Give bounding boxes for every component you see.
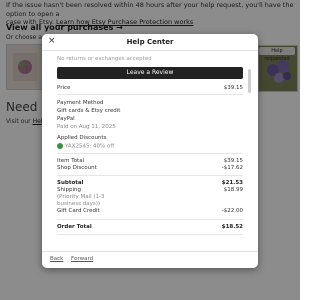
discount-code: YAX2545: 40% off [65,143,115,150]
subtotal-row: Subtotal $21.53 [57,180,243,186]
order-total-value: $18.52 [221,224,243,230]
gift-card-row: Gift Card Credit -$22.00 [57,208,243,214]
paid-on-date: Paid on Aug 11, 2025 [57,124,116,130]
gift-card-value: -$22.00 [221,208,243,214]
order-details: No returns or exchanges accepted Leave a… [42,51,258,251]
order-total-label: Order Total [57,224,92,230]
shipping-detail-2: business days)) [57,201,100,207]
price-label: Price [57,85,71,91]
modal-header: × Help Center [42,34,258,51]
shipping-detail-1: (Priority Mail (1-3 [57,194,105,200]
modal-title: Help Center [126,38,174,46]
return-policy-text: No returns or exchanges accepted [57,56,152,62]
shop-discount-row: Shop Discount -$17.62 [57,165,243,171]
modal-footer: Back Forward [42,251,258,268]
discount-row: YAX2545: 40% off [57,143,243,150]
divider [57,234,243,235]
shop-discount-value: -$17.62 [221,165,243,171]
applied-discounts-label: Applied Discounts [57,135,107,141]
price-value: $39.15 [223,85,243,91]
payment-line-1: Gift cards & Etsy credit [57,108,121,114]
item-total-value: $39.15 [223,158,243,164]
check-icon [57,143,63,149]
item-total-label: Item Total [57,158,85,164]
scrollbar-thumb[interactable] [248,69,251,93]
gift-card-label: Gift Card Credit [57,208,100,214]
divider [57,219,243,220]
back-link[interactable]: Back [50,256,63,262]
subtotal-label: Subtotal [57,180,84,186]
price-row: Price $39.15 [57,85,243,91]
shop-discount-label: Shop Discount [57,165,97,171]
leave-review-button[interactable]: Leave a Review [57,67,243,79]
shipping-value: $18.99 [223,187,243,193]
shipping-row: Shipping $18.99 [57,187,243,193]
divider [57,94,243,95]
order-total-row: Order Total $18.52 [57,224,243,230]
divider [57,175,243,176]
shipping-label: Shipping [57,187,81,193]
item-total-row: Item Total $39.15 [57,158,243,164]
scrollbar-track[interactable] [248,69,251,251]
payment-line-2: PayPal [57,116,75,122]
payment-method-label: Payment Method [57,100,104,106]
divider [57,153,243,154]
help-center-modal: × Help Center No returns or exchanges ac… [42,34,258,268]
forward-link[interactable]: Forward [71,256,93,262]
subtotal-value: $21.53 [221,180,243,186]
